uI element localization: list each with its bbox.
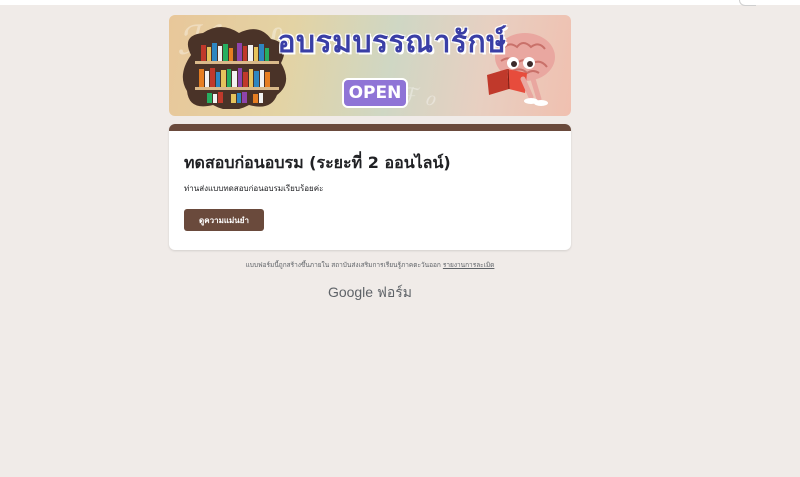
- form-title: ทดสอบก่อนอบรม (ระยะที่ 2 ออนไลน์): [184, 153, 451, 172]
- card-accent-bar: [169, 124, 571, 131]
- browser-top-strip: [0, 0, 800, 6]
- footer-note-text: แบบฟอร์มนี้ถูกสร้างขึ้นภายใน สถาบันส่งเส…: [245, 261, 441, 269]
- banner-title: อบรมบรรณารักษ์: [277, 25, 507, 60]
- form-header-card: ทดสอบก่อนอบรม (ระยะที่ 2 ออนไลน์) ท่านส่…: [169, 124, 571, 250]
- google-forms-logo[interactable]: Google ฟอร์ม: [169, 282, 571, 304]
- form-container: ℋ ℯ ℓ ℴ ℱ ℴ: [169, 15, 571, 250]
- view-score-button[interactable]: ดูความแม่นยำ: [184, 209, 264, 231]
- footer-note: แบบฟอร์มนี้ถูกสร้างขึ้นภายใน สถาบันส่งเส…: [169, 260, 571, 270]
- confirmation-message: ท่านส่งแบบทดสอบก่อนอบรมเรียบร้อยค่ะ: [184, 184, 324, 193]
- report-abuse-link[interactable]: รายงานการละเมิด: [443, 261, 495, 269]
- top-strip-edge: [739, 0, 756, 6]
- open-badge: OPEN: [342, 78, 408, 108]
- header-banner: ℋ ℯ ℓ ℴ ℱ ℴ: [169, 15, 571, 116]
